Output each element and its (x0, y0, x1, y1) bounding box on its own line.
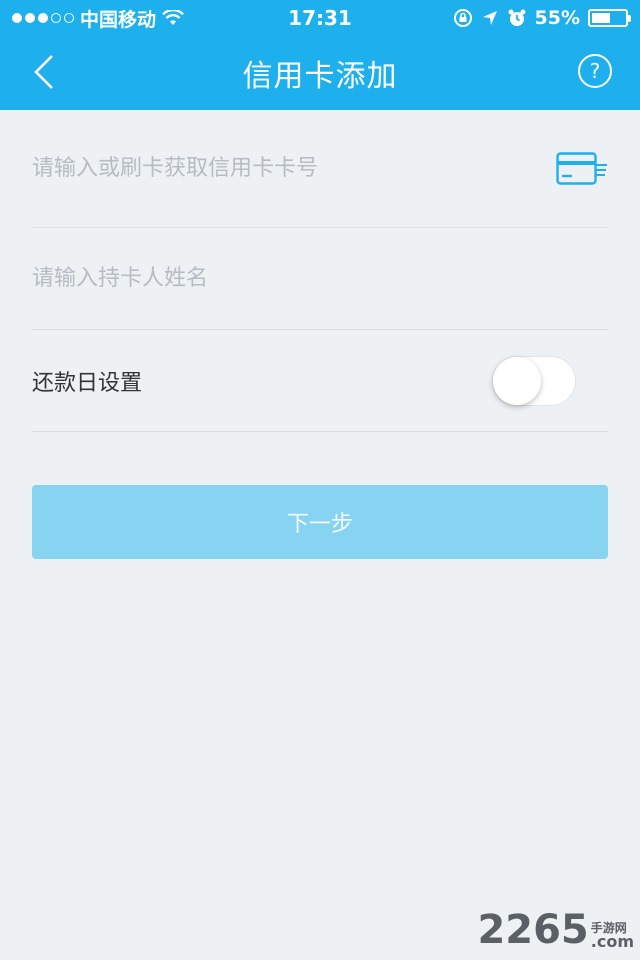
back-button[interactable] (22, 50, 66, 94)
location-arrow-icon (482, 11, 497, 25)
status-left: 中国移动 (12, 5, 184, 32)
status-bar: 中国移动 17:31 55% (0, 0, 640, 36)
signal-dot (64, 13, 74, 23)
status-time: 17:31 (288, 6, 352, 30)
back-chevron-icon (34, 55, 53, 89)
help-button[interactable]: ? (578, 54, 612, 88)
page-title: 信用卡添加 (242, 59, 398, 94)
header: 中国移动 17:31 55% 信用卡添加 ? (0, 0, 640, 110)
repayment-day-label: 还款日设置 (32, 370, 143, 396)
alarm-clock-icon (508, 9, 526, 26)
watermark-com-text: .com (590, 932, 634, 951)
card-number-row (32, 110, 608, 228)
wifi-icon (162, 10, 184, 25)
signal-dot (38, 13, 48, 23)
holder-name-row (32, 228, 608, 330)
repayment-day-row: 还款日设置 (32, 330, 608, 432)
watermark-number: 2265 (477, 907, 589, 953)
credit-card-icon[interactable] (556, 151, 608, 186)
signal-strength-icon (12, 13, 74, 23)
credit-card-form: 还款日设置 (32, 110, 608, 432)
signal-dot (25, 13, 35, 23)
battery-icon (588, 9, 631, 27)
repayment-day-toggle[interactable] (492, 355, 576, 406)
carrier-name: 中国移动 (80, 8, 157, 31)
rotation-lock-icon (453, 9, 472, 27)
battery-fill (592, 13, 610, 23)
nav-bar: 信用卡添加 ? (0, 36, 640, 110)
signal-dot (12, 13, 22, 23)
status-right: 55% (453, 7, 631, 29)
battery-percent: 55% (534, 7, 580, 29)
next-step-button[interactable]: 下一步 (32, 485, 608, 559)
holder-name-input[interactable] (32, 266, 532, 291)
help-question-icon: ? (589, 59, 601, 83)
site-watermark: 2265 手游网 .com (477, 910, 634, 950)
watermark-side: 手游网 .com (591, 922, 634, 950)
signal-dot (51, 13, 61, 23)
card-number-input[interactable] (32, 156, 532, 181)
toggle-knob (493, 356, 541, 405)
